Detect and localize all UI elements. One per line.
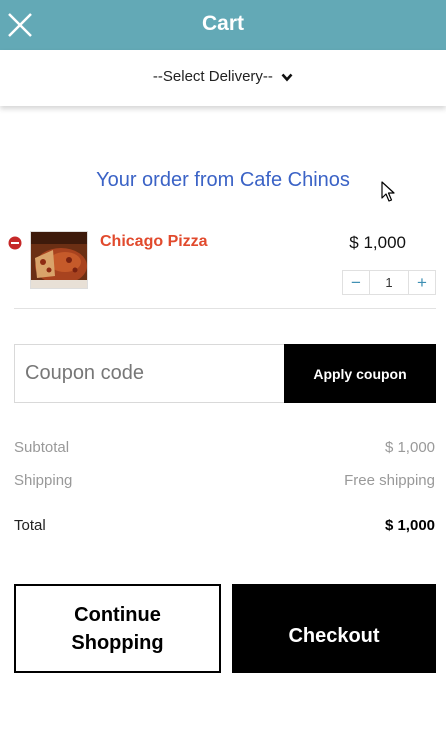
delivery-bar: --Select Delivery--: [0, 50, 446, 106]
remove-icon[interactable]: [8, 236, 22, 250]
increment-button[interactable]: +: [409, 271, 435, 294]
app-header: Cart: [0, 0, 446, 50]
total-label: Total: [14, 517, 46, 534]
decrement-button[interactable]: −: [343, 271, 369, 294]
checkout-button[interactable]: Checkout: [232, 584, 436, 673]
delivery-select[interactable]: --Select Delivery--: [0, 68, 446, 85]
quantity-stepper: − 1 +: [342, 270, 436, 295]
item-divider: [14, 308, 436, 309]
shipping-label: Shipping: [14, 472, 73, 489]
subtotal-value: $ 1,000: [384, 439, 435, 456]
total-value: $ 1,000: [384, 517, 435, 534]
item-price: $ 1,000: [349, 233, 406, 252]
pizza-image: [31, 232, 87, 288]
quantity-value[interactable]: 1: [369, 271, 409, 294]
coupon-code-input[interactable]: [14, 344, 284, 403]
delivery-select-value: --Select Delivery--: [152, 68, 273, 85]
shipping-value: Free shipping: [344, 472, 435, 489]
item-name[interactable]: Chicago Pizza: [100, 233, 208, 251]
apply-coupon-button[interactable]: Apply coupon: [284, 344, 436, 403]
continue-shopping-button[interactable]: Continue Shopping: [14, 584, 221, 673]
subtotal-label: Subtotal: [14, 439, 70, 456]
chevron-down-icon: [281, 73, 293, 82]
mouse-cursor-icon: [381, 181, 395, 202]
order-title: Your order from Cafe Chinos: [96, 169, 350, 191]
page-title: Cart: [201, 12, 244, 35]
item-thumbnail[interactable]: [30, 231, 88, 289]
